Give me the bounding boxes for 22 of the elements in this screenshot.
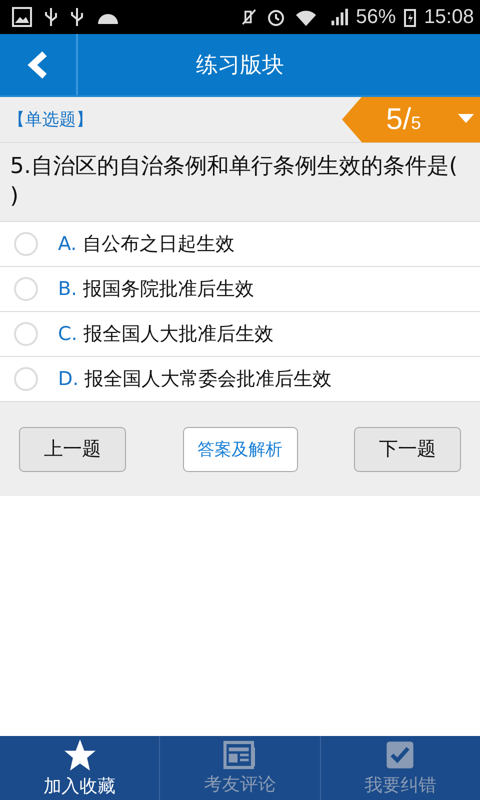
answer-option[interactable]: B. 报国务院批准后生效 <box>0 267 480 312</box>
clock: 15:08 <box>424 6 474 28</box>
nav-button[interactable]: 上一题 <box>19 426 126 472</box>
answer-option[interactable]: A. 自公布之日起生效 <box>0 222 480 267</box>
star-icon <box>62 738 97 772</box>
alarm-icon <box>266 7 286 27</box>
question-type: 【单选题】 <box>8 109 93 131</box>
answer-button[interactable]: 答案及解析 <box>182 426 298 472</box>
newspaper-icon <box>222 740 258 770</box>
nav-button[interactable]: 下一题 <box>354 426 461 472</box>
question-text: 5.自治区的自治条例和单行条例生效的条件是( ) <box>0 143 480 222</box>
dropdown-icon <box>458 114 474 124</box>
usb-icon <box>44 7 58 27</box>
checkbox-icon <box>384 739 416 771</box>
image-icon <box>12 7 32 27</box>
mute-icon <box>240 7 258 27</box>
bottom-tab[interactable]: 加入收藏 <box>0 736 160 800</box>
page-title: 练习版块 <box>195 52 285 80</box>
battery-percent: 56% <box>356 6 396 28</box>
answer-option[interactable]: C. 报全国人大批准后生效 <box>0 312 480 357</box>
battery-icon <box>404 7 416 27</box>
usb-icon <box>70 7 84 27</box>
